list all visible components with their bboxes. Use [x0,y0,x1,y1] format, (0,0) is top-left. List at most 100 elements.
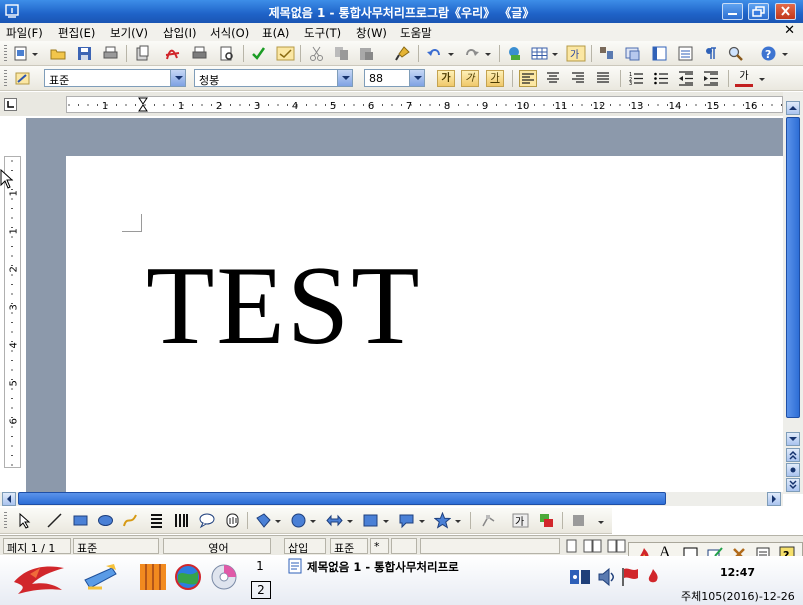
toolbar-grip[interactable] [4,45,7,62]
document-page[interactable]: TEST [66,156,783,492]
print-icon[interactable] [102,45,119,62]
menu-tools[interactable]: 도구(T) [304,25,341,41]
horizontal-ruler[interactable]: 1 1 2 3 4 5 6 7 8 9 10 11 12 13 14 15 16 [66,96,783,113]
arrows-dropdown-icon[interactable] [346,512,354,529]
pdf-export-icon[interactable] [164,45,181,62]
navigator-icon[interactable] [598,45,615,62]
stars-icon[interactable] [434,512,451,529]
write-app-icon[interactable] [82,562,118,592]
spellcheck-icon[interactable] [250,45,267,62]
bold-button[interactable]: 가 [437,70,455,87]
print-direct-icon[interactable] [191,45,208,62]
vertical-text-icon[interactable] [173,512,190,529]
table-dropdown-icon[interactable] [551,45,559,62]
status-selection-mode[interactable]: 표준 [330,538,368,554]
format-painter-icon[interactable] [394,45,411,62]
select-arrow-icon[interactable] [16,512,33,529]
scroll-down-button[interactable] [786,432,800,446]
freeform-icon[interactable] [122,512,139,529]
increase-indent-icon[interactable] [703,70,720,87]
scroll-right-button[interactable] [767,492,781,506]
flowchart-dropdown-icon[interactable] [382,512,390,529]
data-sources-icon[interactable] [677,45,694,62]
align-right-button[interactable] [570,70,588,87]
text-box-icon[interactable] [148,512,165,529]
document-text[interactable]: TEST [146,250,422,362]
fontwork-icon[interactable] [224,512,241,529]
media-player-icon[interactable] [210,563,238,591]
font-color-dropdown-icon[interactable] [758,70,766,87]
ellipse-icon[interactable] [97,512,114,529]
close-button[interactable] [775,3,796,20]
rectangle-icon[interactable] [72,512,89,529]
extrusion-icon[interactable] [570,512,587,529]
export-icon[interactable] [134,45,151,62]
status-language[interactable]: 영어 [163,538,271,554]
align-center-button[interactable] [545,70,563,87]
hyperlink-icon[interactable] [506,45,523,62]
gallery-icon[interactable] [624,45,641,62]
numbered-list-icon[interactable]: 123 [628,70,645,87]
callouts-icon[interactable] [398,512,415,529]
toolbar-grip[interactable] [4,70,7,87]
status-page[interactable]: 페지 1 / 1 [3,538,71,554]
from-file-icon[interactable] [538,512,555,529]
title-bar[interactable]: 제목없음 1 - 통합사무처리프로그람《우리》 《글》 [0,0,803,23]
chevron-down-icon[interactable] [337,70,352,86]
document-close-button[interactable]: ✕ [784,23,795,38]
scroll-up-button[interactable] [786,101,800,115]
underline-button[interactable]: 가 [486,70,504,87]
insert-table-icon[interactable] [531,45,548,62]
print-preview-icon[interactable] [218,45,235,62]
italic-button[interactable]: 가 [461,70,479,87]
flowchart-icon[interactable] [362,512,379,529]
menu-help[interactable]: 도움말 [400,25,432,41]
line-icon[interactable] [46,512,63,529]
basic-shapes-icon[interactable] [255,512,272,529]
horizontal-scrollbar[interactable] [0,492,783,506]
menu-window[interactable]: 창(W) [356,25,387,41]
font-size-select[interactable]: 88 [364,69,425,87]
files-app-icon[interactable] [138,562,168,592]
tab-stop-selector[interactable] [4,98,17,111]
scroll-thumb[interactable] [786,117,800,418]
symbols-dropdown-icon[interactable] [309,512,317,529]
text-direction-icon[interactable]: 가 [566,45,586,62]
help-dropdown-icon[interactable] [781,45,789,62]
justify-button[interactable] [595,70,613,87]
next-page-button[interactable] [786,478,800,492]
menu-file[interactable]: 파일(F) [6,25,43,41]
chevron-down-icon[interactable] [170,70,185,86]
minimize-button[interactable] [722,3,743,20]
browser-app-icon[interactable] [174,563,202,591]
stars-dropdown-icon[interactable] [454,512,462,529]
previous-page-button[interactable] [786,448,800,462]
status-signature[interactable] [391,538,417,554]
menu-table[interactable]: 표(A) [262,25,289,41]
help-icon[interactable]: ? [760,45,777,62]
chevron-down-icon[interactable] [409,70,424,86]
flag-icon[interactable] [620,566,640,588]
block-arrows-icon[interactable] [326,512,343,529]
callout-icon[interactable] [198,512,215,529]
scroll-thumb[interactable] [18,492,666,505]
start-menu-icon[interactable] [10,560,68,596]
workspace-2[interactable]: 2 [251,581,271,599]
font-name-select[interactable]: 청봉 [194,69,353,87]
paragraph-style-select[interactable]: 표준 [44,69,186,87]
scroll-left-button[interactable] [2,492,16,506]
status-style[interactable]: 표준 [73,538,159,554]
volume-icon[interactable] [597,566,617,588]
redo-icon[interactable] [463,45,480,62]
menu-insert[interactable]: 삽입(I) [163,25,197,41]
menu-edit[interactable]: 편집(E) [58,25,95,41]
points-edit-icon[interactable] [480,512,497,529]
cut-icon[interactable] [308,45,325,62]
menu-view[interactable]: 보기(V) [110,25,148,41]
sidebar-icon[interactable] [651,45,668,62]
symbol-shapes-icon[interactable] [290,512,307,529]
maximize-button[interactable] [748,3,769,20]
align-left-button[interactable] [519,70,537,87]
open-folder-icon[interactable] [50,45,67,62]
menu-format[interactable]: 서식(O) [210,25,249,41]
